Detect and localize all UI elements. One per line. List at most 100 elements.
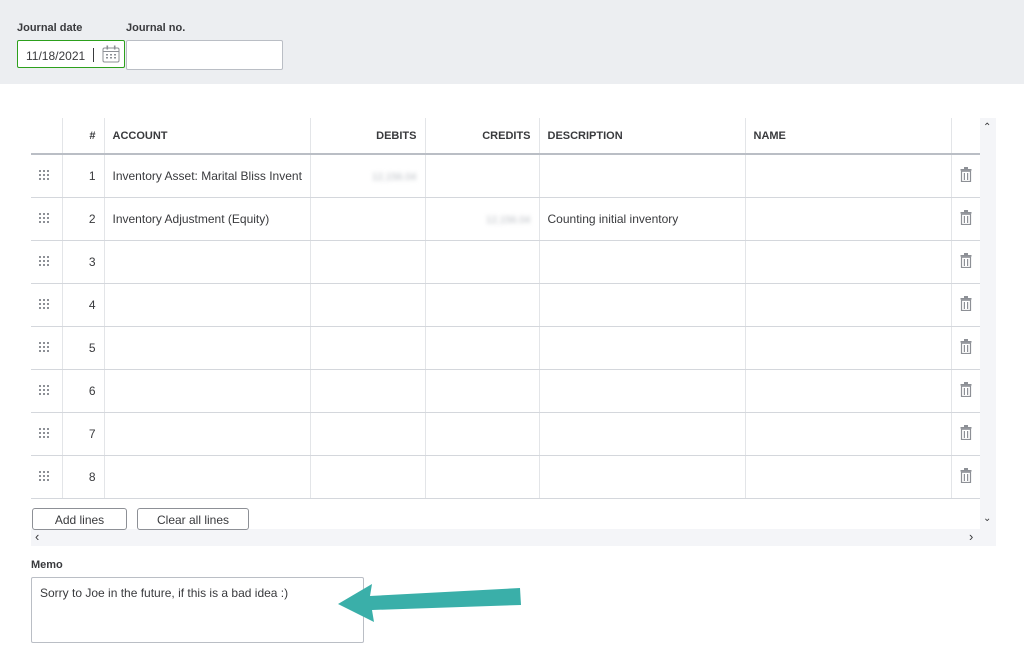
chevron-up-icon[interactable]: ⌃: [983, 122, 991, 133]
table-row[interactable]: 5: [31, 326, 980, 370]
account-cell[interactable]: Inventory Asset: Marital Bliss Invent: [104, 154, 311, 198]
trash-icon[interactable]: [960, 382, 972, 400]
drag-handle-icon[interactable]: [39, 342, 49, 352]
credits-cell[interactable]: [425, 240, 540, 284]
debits-cell[interactable]: [310, 240, 426, 284]
drag-handle-icon[interactable]: [39, 471, 49, 481]
name-cell[interactable]: [745, 369, 952, 413]
journal-date-input[interactable]: 11/18/2021: [17, 40, 125, 68]
drag-handle-icon[interactable]: [39, 428, 49, 438]
journal-no-input[interactable]: [126, 40, 283, 70]
col-drag: [31, 118, 63, 155]
description-cell[interactable]: [539, 369, 746, 413]
table-header-row: # ACCOUNT DEBITS CREDITS DESCRIPTION NAM…: [31, 118, 980, 155]
col-name: NAME: [745, 118, 952, 155]
trash-icon[interactable]: [960, 167, 972, 185]
drag-handle-icon[interactable]: [39, 170, 49, 180]
account-cell[interactable]: [104, 326, 311, 370]
credits-cell[interactable]: [425, 283, 540, 327]
debits-cell[interactable]: [310, 283, 426, 327]
credits-cell[interactable]: [425, 455, 540, 499]
debits-cell[interactable]: 12,156.04: [310, 154, 426, 198]
memo-text: Sorry to Joe in the future, if this is a…: [40, 586, 289, 600]
description-cell[interactable]: [539, 326, 746, 370]
debits-cell[interactable]: [310, 412, 426, 456]
clear-all-lines-button[interactable]: Clear all lines: [137, 508, 249, 530]
drag-handle-icon[interactable]: [39, 256, 49, 266]
journal-lines-grid: # ACCOUNT DEBITS CREDITS DESCRIPTION NAM…: [31, 118, 980, 499]
delete-cell: [951, 369, 980, 413]
description-cell[interactable]: [539, 283, 746, 327]
journal-no-label: Journal no.: [126, 22, 186, 34]
debits-cell[interactable]: [310, 197, 426, 241]
description-cell[interactable]: [539, 412, 746, 456]
calendar-icon[interactable]: [101, 44, 121, 64]
credits-cell[interactable]: [425, 154, 540, 198]
table-row[interactable]: 6: [31, 369, 980, 413]
drag-cell[interactable]: [31, 412, 63, 456]
name-cell[interactable]: [745, 154, 952, 198]
table-row[interactable]: 3: [31, 240, 980, 284]
col-description: DESCRIPTION: [539, 118, 746, 155]
account-cell[interactable]: [104, 240, 311, 284]
row-number: 5: [62, 326, 105, 370]
description-cell[interactable]: Counting initial inventory: [539, 197, 746, 241]
drag-handle-icon[interactable]: [39, 299, 49, 309]
journal-date-label: Journal date: [17, 22, 83, 34]
drag-cell[interactable]: [31, 326, 63, 370]
vertical-scrollbar[interactable]: ⌃ ⌄: [980, 118, 996, 529]
table-row[interactable]: 1 Inventory Asset: Marital Bliss Invent 12…: [31, 154, 980, 198]
name-cell[interactable]: [745, 240, 952, 284]
name-cell[interactable]: [745, 197, 952, 241]
drag-cell[interactable]: [31, 369, 63, 413]
name-cell[interactable]: [745, 455, 952, 499]
account-cell[interactable]: [104, 283, 311, 327]
add-lines-button[interactable]: Add lines: [32, 508, 127, 530]
trash-icon[interactable]: [960, 210, 972, 228]
debits-cell[interactable]: [310, 326, 426, 370]
trash-icon[interactable]: [960, 468, 972, 486]
delete-cell: [951, 154, 980, 198]
account-cell[interactable]: [104, 412, 311, 456]
table-row[interactable]: 8: [31, 455, 980, 499]
description-cell[interactable]: [539, 455, 746, 499]
drag-cell[interactable]: [31, 455, 63, 499]
debits-cell[interactable]: [310, 369, 426, 413]
table-row[interactable]: 4: [31, 283, 980, 327]
drag-cell[interactable]: [31, 197, 63, 241]
trash-icon[interactable]: [960, 253, 972, 271]
delete-cell: [951, 326, 980, 370]
drag-cell[interactable]: [31, 283, 63, 327]
account-cell[interactable]: [104, 455, 311, 499]
delete-cell: [951, 412, 980, 456]
credits-cell[interactable]: [425, 412, 540, 456]
chevron-right-icon[interactable]: ›: [969, 529, 973, 544]
credits-cell[interactable]: 12,156.04: [425, 197, 540, 241]
trash-icon[interactable]: [960, 339, 972, 357]
name-cell[interactable]: [745, 326, 952, 370]
table-row[interactable]: 7: [31, 412, 980, 456]
account-cell[interactable]: [104, 369, 311, 413]
table-row[interactable]: 2 Inventory Adjustment (Equity) 12,156.04 C…: [31, 197, 980, 241]
row-number: 8: [62, 455, 105, 499]
chevron-down-icon[interactable]: ⌄: [983, 513, 991, 524]
account-cell[interactable]: Inventory Adjustment (Equity): [104, 197, 311, 241]
credits-cell[interactable]: [425, 326, 540, 370]
description-cell[interactable]: [539, 240, 746, 284]
trash-icon[interactable]: [960, 425, 972, 443]
memo-textarea[interactable]: Sorry to Joe in the future, if this is a…: [31, 577, 364, 643]
debits-cell[interactable]: [310, 455, 426, 499]
row-number: 7: [62, 412, 105, 456]
description-cell[interactable]: [539, 154, 746, 198]
col-credits: CREDITS: [425, 118, 540, 155]
drag-cell[interactable]: [31, 154, 63, 198]
credits-cell[interactable]: [425, 369, 540, 413]
trash-icon[interactable]: [960, 296, 972, 314]
name-cell[interactable]: [745, 412, 952, 456]
drag-handle-icon[interactable]: [39, 385, 49, 395]
drag-handle-icon[interactable]: [39, 213, 49, 223]
drag-cell[interactable]: [31, 240, 63, 284]
name-cell[interactable]: [745, 283, 952, 327]
chevron-left-icon[interactable]: ‹: [35, 529, 39, 544]
horizontal-scrollbar[interactable]: ‹ ›: [31, 529, 996, 546]
